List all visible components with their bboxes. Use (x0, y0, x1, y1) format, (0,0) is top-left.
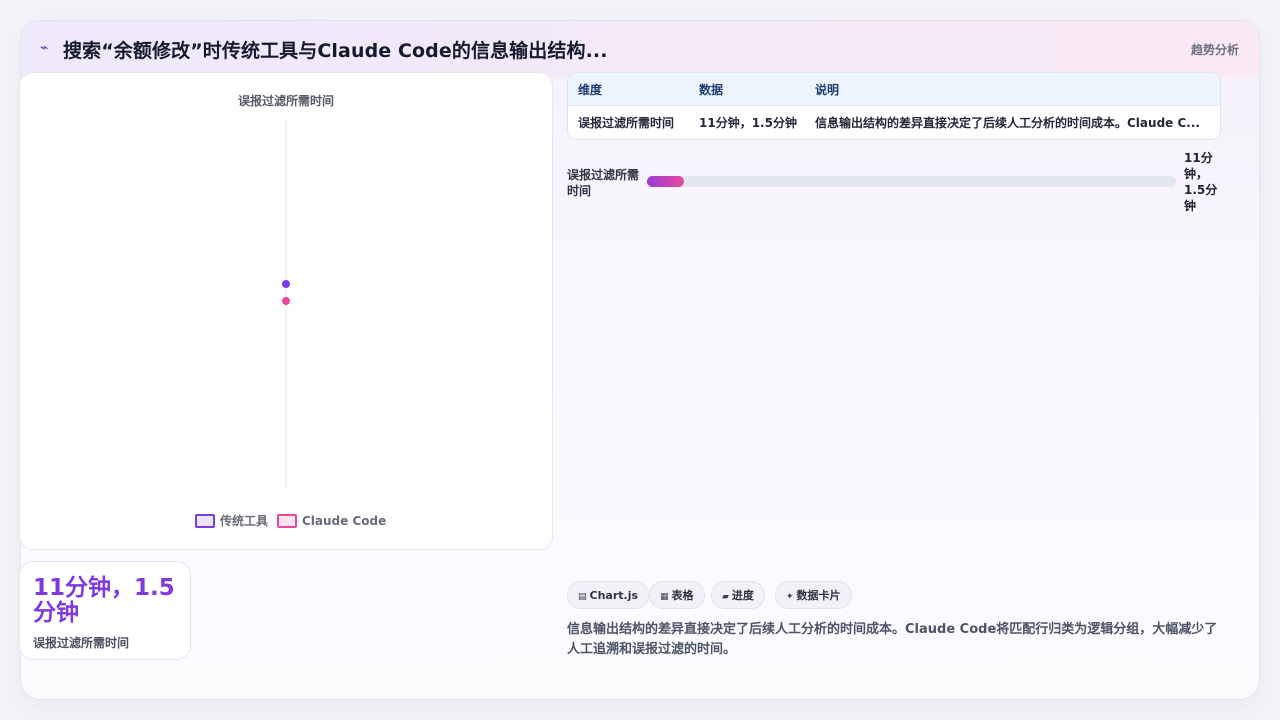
chip-progress[interactable]: ▰ 进度 (711, 581, 765, 609)
chart-panel: 误报过滤所需时间传统工具 Claude Code (19, 72, 553, 550)
chip-label: 进度 (731, 589, 754, 602)
stat-value: 11分钟，1.5分钟 (33, 575, 175, 626)
table-header-dimension: 维度 (578, 83, 603, 97)
chip-label: Chart.js (589, 589, 639, 602)
data-point-traditional-tool (282, 280, 290, 288)
chart-icon: ▤ (578, 592, 587, 602)
chip-label: 数据卡片 (796, 589, 841, 602)
table-header-row: 维度 数据 说明 (568, 73, 1220, 106)
table-header-data: 数据 (699, 83, 724, 97)
progress-icon: ▰ (722, 592, 729, 602)
progress-track (647, 176, 1176, 187)
legend-swatch (277, 514, 297, 528)
chip-data-card[interactable]: ✦ 数据卡片 (775, 581, 852, 609)
table-row: 误报过滤所需时间 11分钟，1.5分钟 信息输出结构的差异直接决定了后续人工分析… (568, 106, 1220, 139)
legend-swatch (195, 514, 215, 528)
chip-table[interactable]: ▦ 表格 (649, 581, 705, 609)
stat-label: 误报过滤所需时间 (33, 636, 130, 650)
legend-label: Claude Code (302, 514, 386, 528)
line-chart: 误报过滤所需时间传统工具 Claude Code (195, 93, 386, 528)
chip-label: 表格 (671, 589, 694, 602)
chip-chartjs[interactable]: ▤ Chart.js (567, 581, 650, 609)
table-cell-dimension: 误报过滤所需时间 (578, 116, 675, 130)
legend-label: 传统工具 (219, 513, 268, 528)
table-cell-note: 信息输出结构的差异直接决定了后续人工分析的时间成本。Claude C... (815, 116, 1200, 130)
stat-card: 11分钟，1.5分钟 误报过滤所需时间 (19, 561, 191, 660)
card-header: ⌁ 搜索“余额修改”时传统工具与Claude Code的信息输出结构... 趋势… (21, 21, 1259, 78)
data-table: 维度 数据 说明 误报过滤所需时间 11分钟，1.5分钟 信息输出结构的差异直接… (567, 72, 1221, 140)
description-text: 信息输出结构的差异直接决定了后续人工分析的时间成本。Claude Code将匹配… (567, 622, 1218, 657)
progress-label: 误报过滤所需时间 (567, 168, 640, 198)
page-title: 搜索“余额修改”时传统工具与Claude Code的信息输出结构... (63, 40, 608, 62)
x-tick-label: 误报过滤所需时间 (238, 93, 334, 108)
progress-fill (647, 176, 685, 187)
progress-value: 11分钟，1.5分钟 (1184, 151, 1218, 213)
sparkle-icon: ✦ (786, 592, 794, 602)
category-tag: 趋势分析 (1190, 43, 1239, 57)
table-header-note: 说明 (815, 83, 840, 97)
data-point-claude-code (282, 297, 290, 305)
table-icon: ▦ (660, 592, 669, 602)
table-cell-data: 11分钟，1.5分钟 (699, 116, 797, 130)
trend-line-icon: ⌁ (40, 40, 49, 56)
